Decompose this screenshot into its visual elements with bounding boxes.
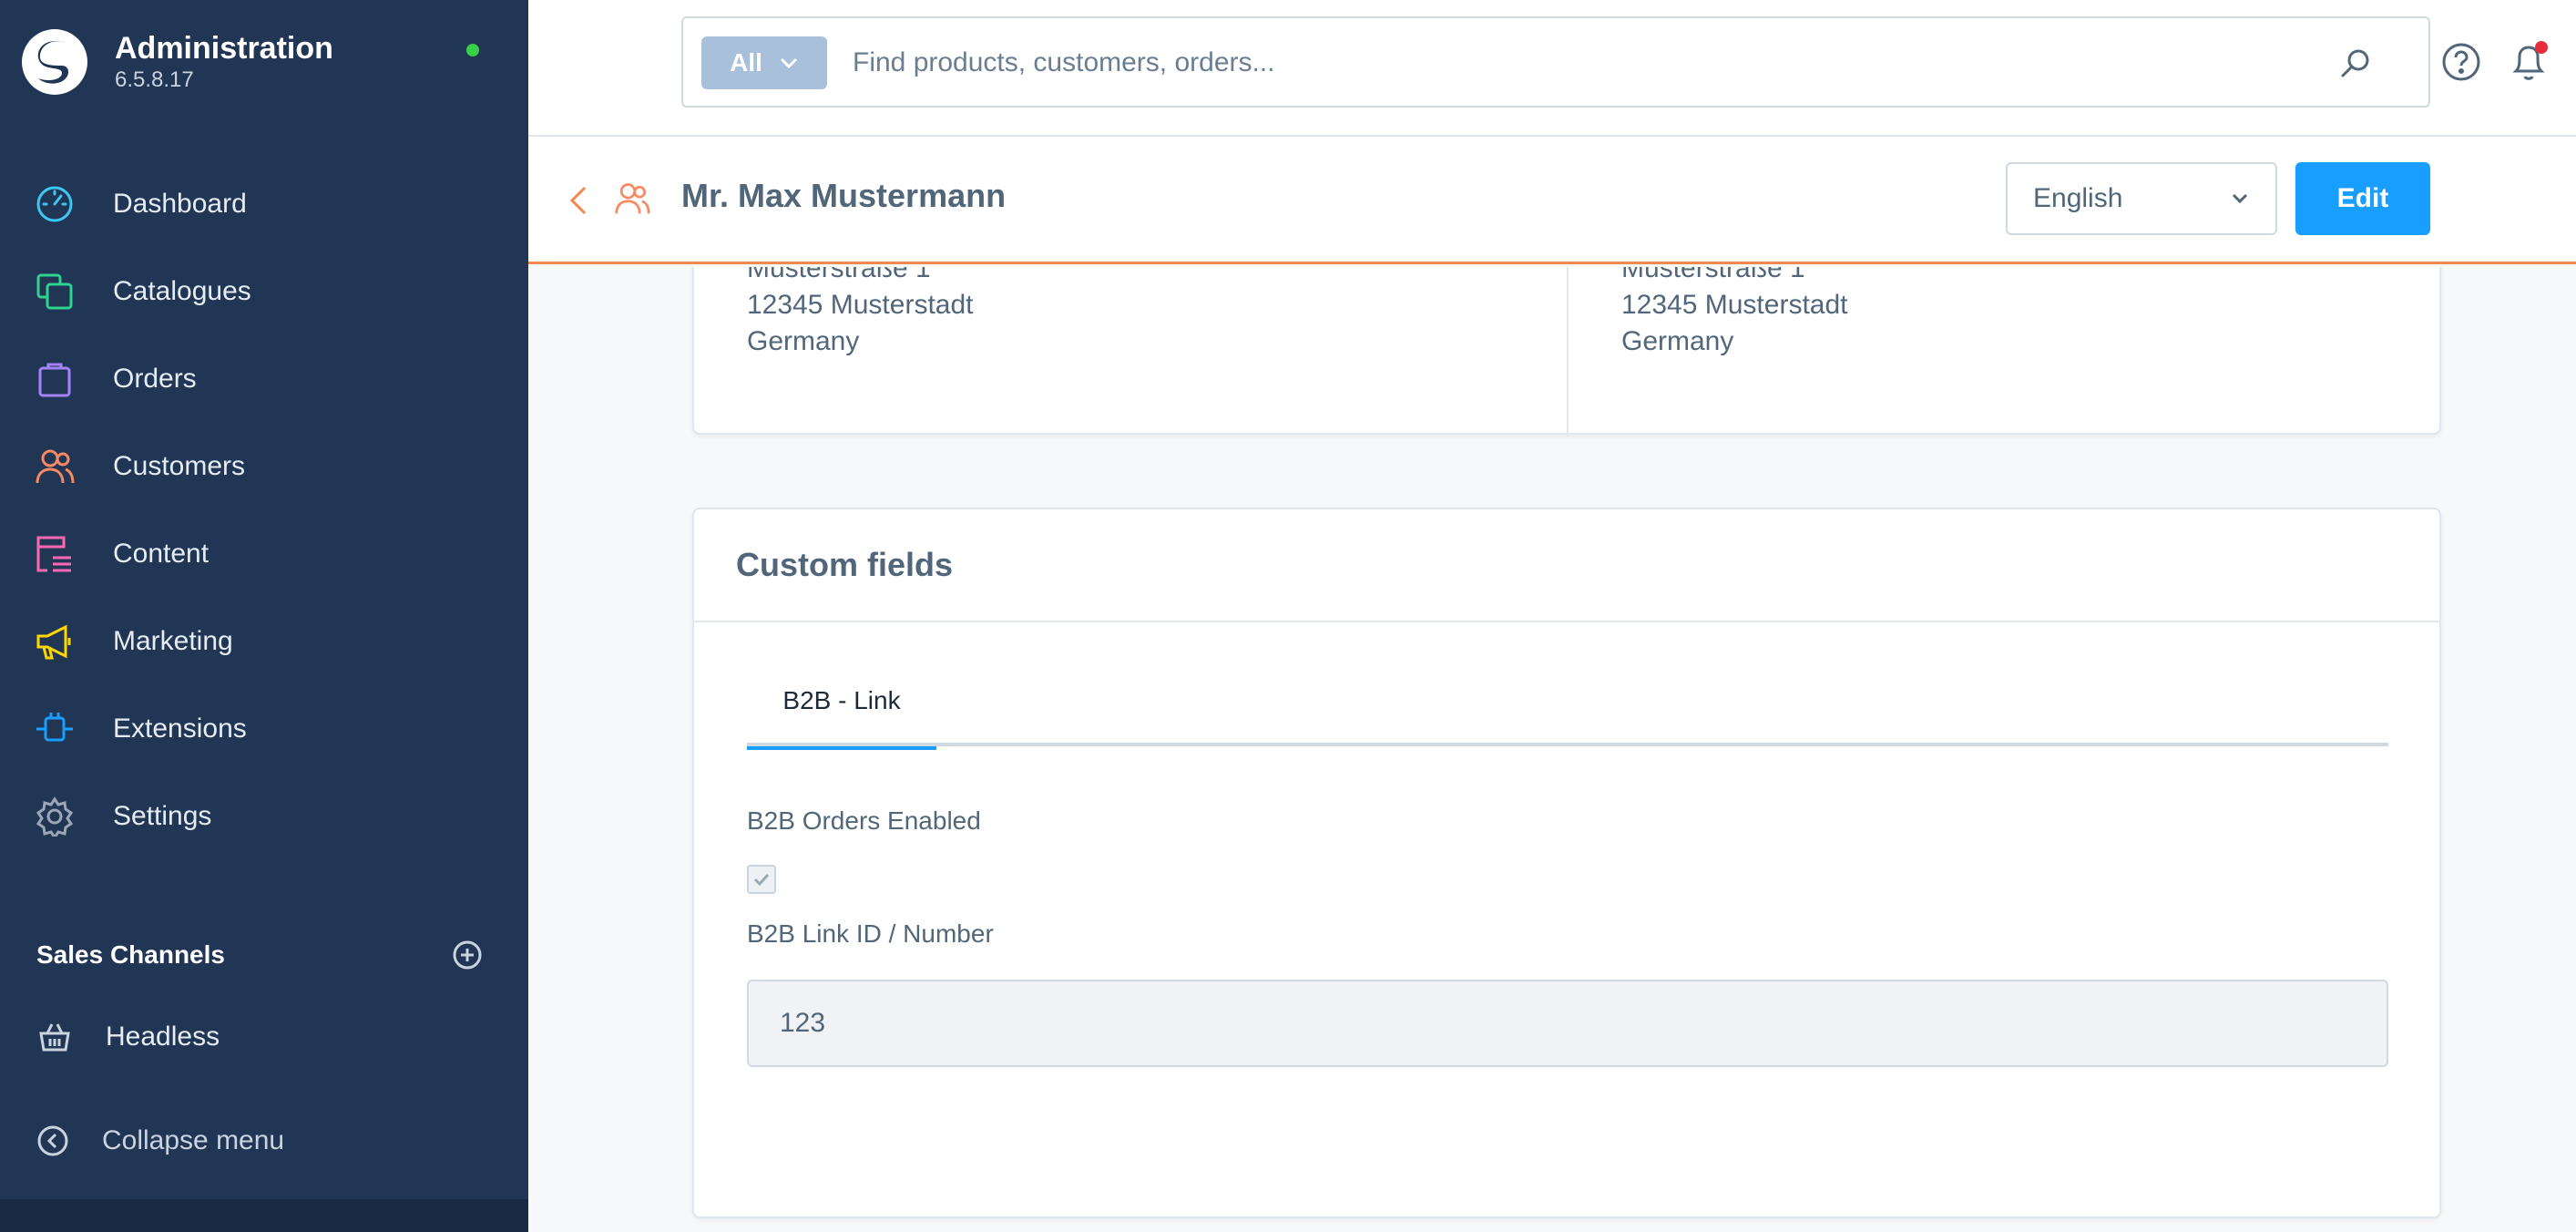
sidebar-item-catalogues[interactable]: Catalogues: [35, 264, 251, 319]
address-card: Musterstraße 1 12345 Musterstadt Germany…: [692, 267, 2441, 436]
tab-label: B2B - Link: [782, 686, 901, 714]
chevron-down-icon: [2232, 193, 2248, 204]
app-version: 6.5.8.17: [115, 67, 194, 92]
top-bar: All: [528, 0, 2576, 137]
customers-icon: [35, 447, 75, 487]
address-line: Germany: [1621, 326, 1734, 356]
basket-icon: [35, 1017, 75, 1057]
sidebar: Administration 6.5.8.17 Dashboard Catalo…: [0, 0, 528, 1232]
sales-channel-item-headless[interactable]: Headless: [35, 1017, 220, 1057]
sidebar-item-customers[interactable]: Customers: [35, 439, 245, 494]
sidebar-item-label: Customers: [113, 451, 246, 481]
shipping-address: Musterstraße 1 12345 Musterstadt Germany: [1621, 267, 1847, 360]
collapse-menu-label: Collapse menu: [102, 1125, 285, 1155]
sidebar-item-dashboard[interactable]: Dashboard: [35, 177, 247, 231]
sales-channel-label: Headless: [106, 1022, 220, 1052]
sidebar-item-label: Settings: [113, 801, 212, 831]
search-icon[interactable]: [2337, 46, 2374, 82]
checkmark-icon: [753, 873, 770, 887]
customers-icon: [615, 183, 650, 214]
orders-icon: [35, 359, 75, 399]
notification-bell-icon[interactable]: [2507, 38, 2550, 84]
status-indicator: [466, 44, 479, 56]
b2b-link-id-field[interactable]: [747, 980, 2388, 1067]
address-line: Musterstraße 1: [1621, 267, 1805, 283]
sidebar-item-settings[interactable]: Settings: [35, 789, 211, 844]
card-title: Custom fields: [736, 546, 954, 583]
main-content: Musterstraße 1 12345 Musterstadt Germany…: [528, 267, 2576, 1232]
sidebar-item-label: Extensions: [113, 714, 247, 744]
brand: Administration 6.5.8.17: [22, 29, 333, 95]
extensions-icon: [35, 709, 75, 749]
sidebar-item-content[interactable]: Content: [35, 527, 209, 581]
back-chevron-icon[interactable]: [565, 182, 592, 219]
language-value: English: [2033, 183, 2123, 213]
sidebar-item-marketing[interactable]: Marketing: [35, 614, 233, 669]
page-header: Mr. Max Mustermann English Edit: [528, 137, 2576, 264]
b2b-orders-enabled-checkbox[interactable]: [747, 865, 776, 894]
sidebar-item-label: Content: [113, 539, 210, 569]
content-icon: [35, 534, 75, 574]
help-icon[interactable]: [2441, 42, 2481, 82]
add-sales-channel-icon[interactable]: [452, 939, 483, 970]
app-title: Administration: [115, 31, 333, 66]
sales-channels-header: Sales Channels: [36, 937, 483, 973]
language-switch[interactable]: English: [2006, 162, 2277, 235]
b2b-link-id-label: B2B Link ID / Number: [747, 919, 994, 948]
b2b-orders-enabled-label: B2B Orders Enabled: [747, 806, 981, 835]
sidebar-item-label: Dashboard: [113, 189, 247, 219]
search-type-filter[interactable]: All: [701, 36, 827, 89]
settings-icon: [35, 796, 75, 837]
address-line: 12345 Musterstadt: [1621, 290, 1848, 320]
search-filter-label: All: [730, 48, 762, 77]
chevron-left-circle-icon: [37, 1125, 68, 1156]
address-line: 12345 Musterstadt: [747, 290, 974, 320]
card-header: Custom fields: [694, 509, 2439, 622]
collapse-menu-button[interactable]: Collapse menu: [36, 1121, 284, 1161]
page-title: Mr. Max Mustermann: [681, 177, 1007, 214]
sidebar-item-orders[interactable]: Orders: [35, 352, 197, 406]
address-line: Germany: [747, 326, 860, 356]
catalogues-icon: [35, 272, 75, 312]
sidebar-item-extensions[interactable]: Extensions: [35, 702, 247, 756]
dashboard-icon: [35, 184, 75, 224]
divider: [1567, 267, 1569, 436]
search-input[interactable]: [853, 35, 2328, 91]
marketing-icon: [35, 621, 75, 662]
chevron-down-icon: [780, 57, 797, 69]
custom-field-tabs: B2B - Link: [747, 655, 2388, 750]
custom-fields-card: Custom fields B2B - Link B2B Orders Enab…: [692, 508, 2441, 1218]
sidebar-item-label: Orders: [113, 364, 197, 394]
tab-b2b-link[interactable]: B2B - Link: [747, 655, 936, 750]
sidebar-item-label: Catalogues: [113, 276, 251, 306]
sales-channels-title: Sales Channels: [36, 940, 225, 969]
sidebar-item-label: Marketing: [113, 626, 233, 656]
shopware-logo-icon: [22, 29, 87, 95]
billing-address: Musterstraße 1 12345 Musterstadt Germany: [747, 267, 973, 360]
sidebar-footer-strip: [0, 1199, 528, 1232]
active-tab-indicator: [747, 746, 936, 750]
address-line: Musterstraße 1: [747, 267, 931, 283]
edit-button[interactable]: Edit: [2295, 162, 2430, 235]
global-search: All: [681, 16, 2430, 108]
